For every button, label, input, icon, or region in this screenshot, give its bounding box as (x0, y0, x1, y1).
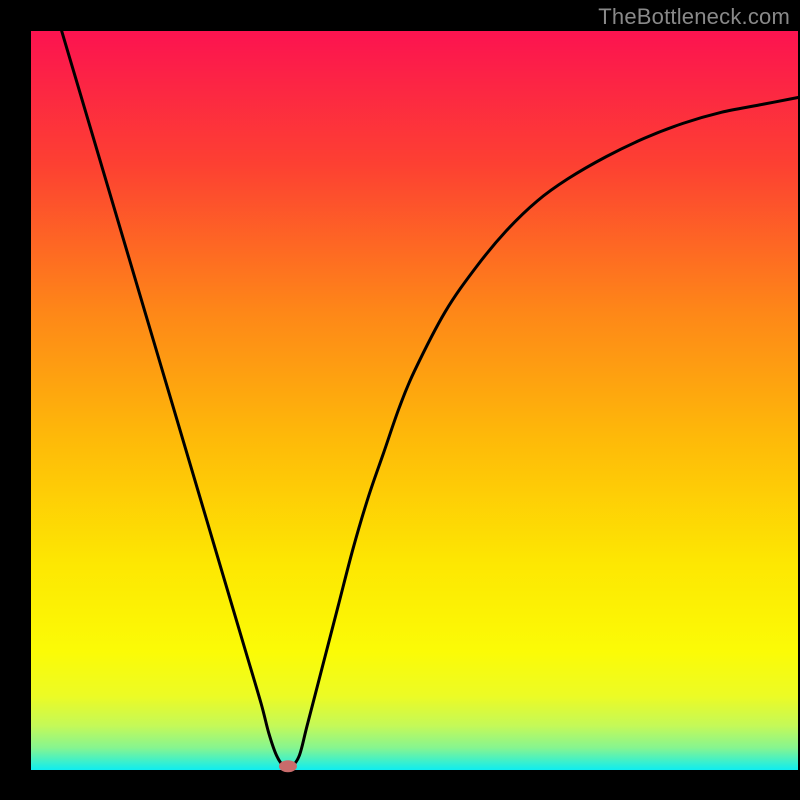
chart-frame: TheBottleneck.com (0, 0, 800, 800)
plot-background (31, 31, 798, 770)
bottleneck-chart (0, 0, 800, 800)
minimum-marker (279, 760, 297, 772)
watermark-text: TheBottleneck.com (598, 4, 790, 30)
